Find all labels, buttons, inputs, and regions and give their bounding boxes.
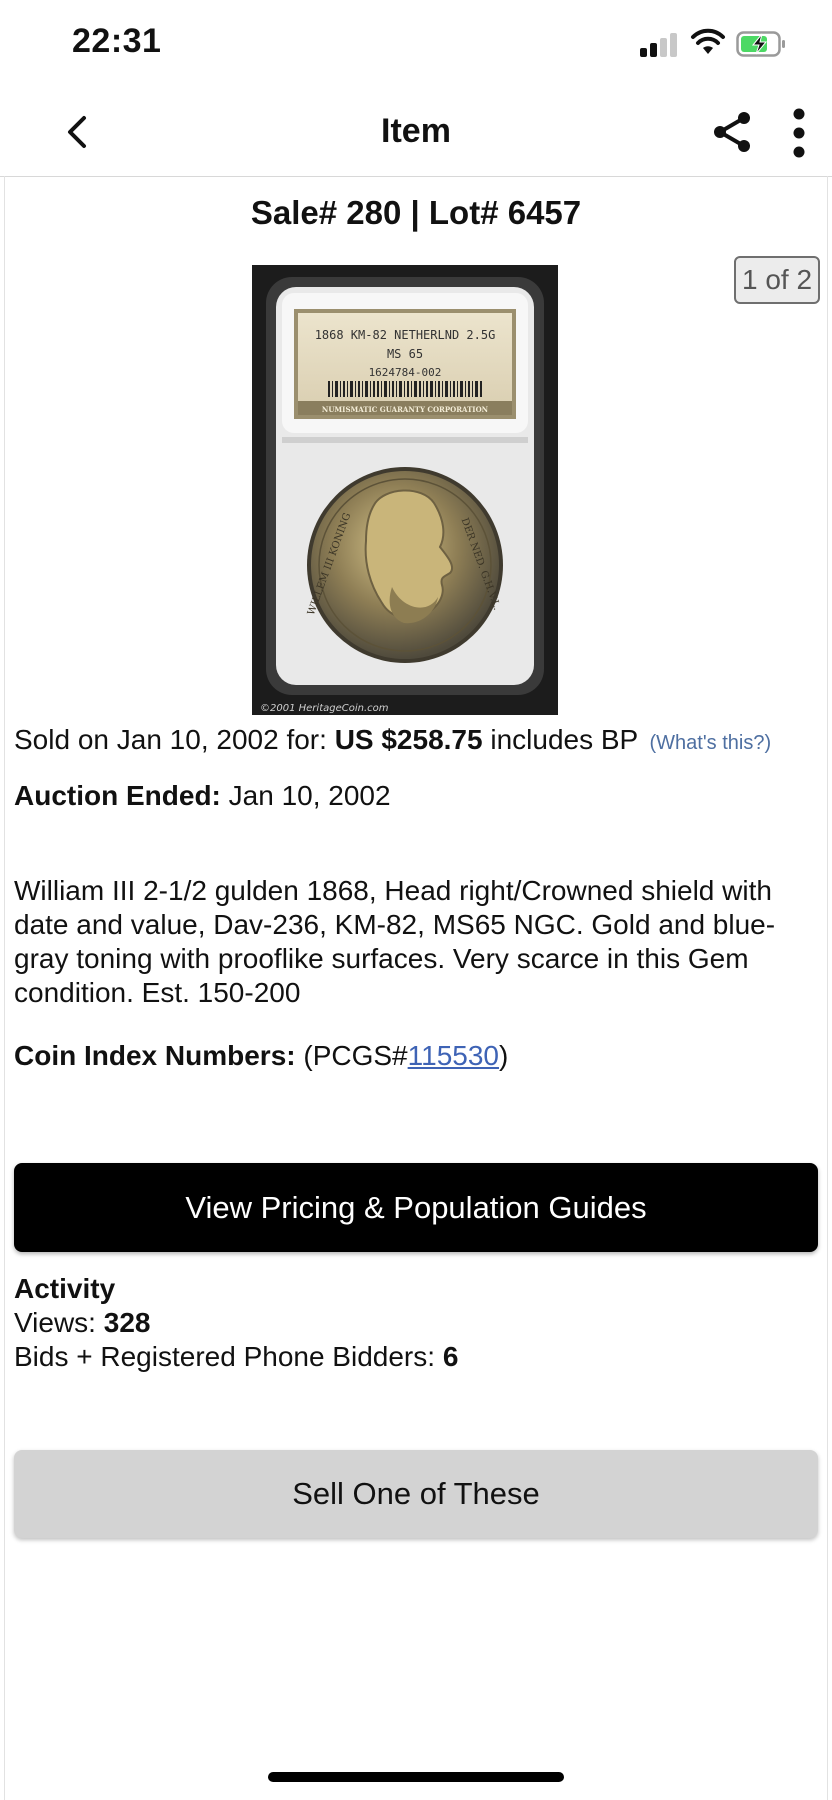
nav-bar: Item [0,90,832,177]
wifi-icon [691,28,725,54]
slab-label-line1: 1868 KM-82 NETHERLND 2.5G [315,328,496,342]
bids-row: Bids + Registered Phone Bidders: 6 [14,1340,458,1374]
views-count: 328 [103,1307,151,1338]
sold-suffix: includes BP [490,724,638,755]
status-time: 22:31 [72,22,162,60]
pcgs-number-link[interactable]: 115530 [408,1040,499,1071]
sold-price-line: Sold on Jan 10, 2002 for: US $258.75 inc… [14,724,771,756]
pcgs-prefix: (PCGS# [303,1040,408,1071]
bids-count: 6 [442,1341,459,1372]
pcgs-suffix: ) [498,1040,509,1071]
battery-charging-icon [736,31,785,57]
sold-prefix: Sold on Jan 10, 2002 for: [14,724,327,755]
sell-one-of-these-button[interactable]: Sell One of These [14,1450,818,1538]
home-indicator[interactable] [268,1772,564,1782]
auction-ended-date: Jan 10, 2002 [228,780,391,811]
coin-index-numbers: Coin Index Numbers: (PCGS#115530) [14,1040,508,1072]
activity-section: Activity Views: 328 Bids + Registered Ph… [14,1272,458,1374]
auction-ended-line: Auction Ended: Jan 10, 2002 [14,780,391,812]
coin-index-label: Coin Index Numbers: [14,1040,296,1071]
slab-label-line2: MS 65 [387,347,423,361]
item-photo[interactable]: 1868 KM-82 NETHERLND 2.5G MS 65 1624784-… [252,265,558,715]
coin-slab-image: 1868 KM-82 NETHERLND 2.5G MS 65 1624784-… [252,265,558,715]
views-row: Views: 328 [14,1306,458,1340]
slab-label-line3: 1624784-002 [369,366,442,379]
views-label: Views: [14,1307,96,1338]
more-vertical-icon[interactable] [782,106,816,160]
share-icon[interactable] [708,108,756,156]
item-description: William III 2-1/2 gulden 1868, Head righ… [14,875,776,1008]
photo-counter-badge: 1 of 2 [734,256,820,304]
status-bar: 22:31 [0,0,832,90]
activity-heading: Activity [14,1273,116,1304]
slab-label-footer: NUMISMATIC GUARANTY CORPORATION [322,405,489,414]
bids-label: Bids + Registered Phone Bidders: [14,1341,436,1372]
photo-copyright: ©2001 HeritageCoin.com [260,703,389,714]
sold-price: US $258.75 [334,724,483,755]
view-pricing-guides-button[interactable]: View Pricing & Population Guides [14,1163,818,1252]
cellular-signal-icon [640,33,680,57]
sale-lot-title: Sale# 280 | Lot# 6457 [250,194,582,231]
whats-this-link[interactable]: (What's this?) [650,732,772,754]
activity-title: Activity [14,1272,458,1306]
auction-ended-label: Auction Ended: [14,780,221,811]
